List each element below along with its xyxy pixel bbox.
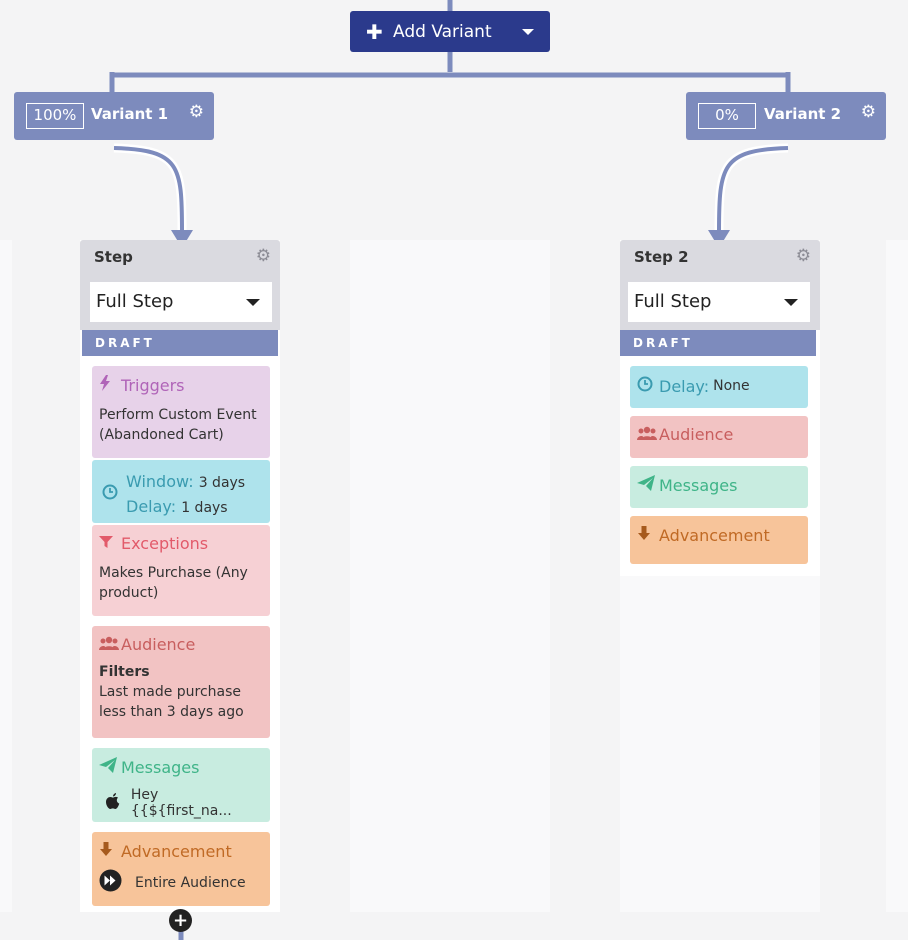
variant-1-name: Variant 1 xyxy=(91,105,169,123)
delay-value: 1 days xyxy=(181,500,228,516)
paper-plane-icon xyxy=(99,757,121,777)
audience-label: Audience xyxy=(659,425,734,444)
clock-icon xyxy=(102,484,118,504)
plus-icon: ✚ xyxy=(366,19,383,44)
exceptions-value: Makes Purchase (Any product) xyxy=(99,565,248,601)
messages-block[interactable]: Messages xyxy=(630,466,808,508)
filter-icon xyxy=(99,535,121,553)
message-preview: Hey {{${first_na... xyxy=(130,787,232,819)
advancement-block[interactable]: Advancement Entire Audience xyxy=(92,832,270,906)
messages-label: Messages xyxy=(659,475,738,495)
chevron-down-icon xyxy=(784,299,798,306)
delay-label: Delay: xyxy=(126,497,177,516)
audience-label: Audience xyxy=(121,635,196,654)
paper-plane-icon xyxy=(637,475,659,495)
step-type-value: Full Step xyxy=(634,291,712,312)
step-card-1: Step ⚙ Full Step DRAFT Triggers Perform … xyxy=(80,240,280,912)
delay-label: Delay: xyxy=(659,376,710,396)
delay-value: None xyxy=(713,378,750,394)
audience-filter-value: Last made purchase less than 3 days ago xyxy=(99,684,244,720)
gear-icon[interactable]: ⚙ xyxy=(861,102,876,122)
messages-block[interactable]: Messages Hey {{${first_na... xyxy=(92,748,270,822)
gear-icon[interactable]: ⚙ xyxy=(256,246,271,266)
step-type-select[interactable]: Full Step xyxy=(90,282,272,322)
step-header: Step ⚙ Full Step xyxy=(80,240,280,330)
audience-block[interactable]: Audience xyxy=(630,416,808,458)
gear-icon[interactable]: ⚙ xyxy=(189,102,204,122)
gear-icon[interactable]: ⚙ xyxy=(796,246,811,266)
add-variant-button[interactable]: ✚ Add Variant xyxy=(350,11,550,52)
variant-2-name: Variant 2 xyxy=(764,105,842,123)
window-label: Window: xyxy=(126,472,194,491)
arrow-down-icon xyxy=(99,841,121,861)
advancement-value: Entire Audience xyxy=(135,874,246,891)
arrow-down-icon xyxy=(637,525,659,545)
step-type-select[interactable]: Full Step xyxy=(628,282,810,322)
step-title: Step xyxy=(94,248,133,266)
users-icon xyxy=(637,426,659,444)
apple-icon xyxy=(99,792,131,814)
advancement-label: Advancement xyxy=(121,841,232,861)
step-type-value: Full Step xyxy=(96,291,174,312)
step-title: Step 2 xyxy=(634,248,689,266)
triggers-block[interactable]: Triggers Perform Custom Event (Abandoned… xyxy=(92,366,270,458)
step-header: Step 2 ⚙ Full Step xyxy=(620,240,820,330)
users-icon xyxy=(99,636,121,654)
messages-label: Messages xyxy=(121,757,200,777)
triggers-label: Triggers xyxy=(121,375,185,395)
advancement-label: Advancement xyxy=(659,525,770,545)
step-card-2: Step 2 ⚙ Full Step DRAFT Delay: None Aud… xyxy=(620,240,820,576)
advancement-block[interactable]: Advancement xyxy=(630,516,808,564)
delay-block[interactable]: Delay: None xyxy=(630,366,808,408)
chevron-down-icon xyxy=(246,299,260,306)
plus-circle-icon[interactable]: + xyxy=(169,909,192,932)
status-badge: DRAFT xyxy=(82,330,278,356)
lightning-icon xyxy=(99,375,121,395)
chevron-down-icon[interactable] xyxy=(522,29,534,35)
variant-1-percent-input[interactable]: 100% xyxy=(26,103,84,129)
status-badge: DRAFT xyxy=(620,330,816,356)
exceptions-block[interactable]: Exceptions Makes Purchase (Any product) xyxy=(92,525,270,616)
window-value: 3 days xyxy=(198,475,246,491)
variant-2-percent-input[interactable]: 0% xyxy=(698,103,756,129)
audience-block[interactable]: Audience Filters Last made purchase less… xyxy=(92,626,270,738)
window-delay-block[interactable]: Window: 3 days Delay: 1 days xyxy=(92,460,270,523)
add-variant-label: Add Variant xyxy=(393,21,492,42)
triggers-value: Perform Custom Event (Abandoned Cart) xyxy=(99,407,257,443)
clock-icon xyxy=(637,376,659,396)
fast-forward-icon xyxy=(99,869,135,896)
exceptions-label: Exceptions xyxy=(121,534,209,553)
audience-filters-heading: Filters xyxy=(99,664,150,680)
variant-1-header[interactable]: 100% Variant 1 ⚙ xyxy=(14,92,214,140)
variant-2-header[interactable]: 0% Variant 2 ⚙ xyxy=(686,92,886,140)
